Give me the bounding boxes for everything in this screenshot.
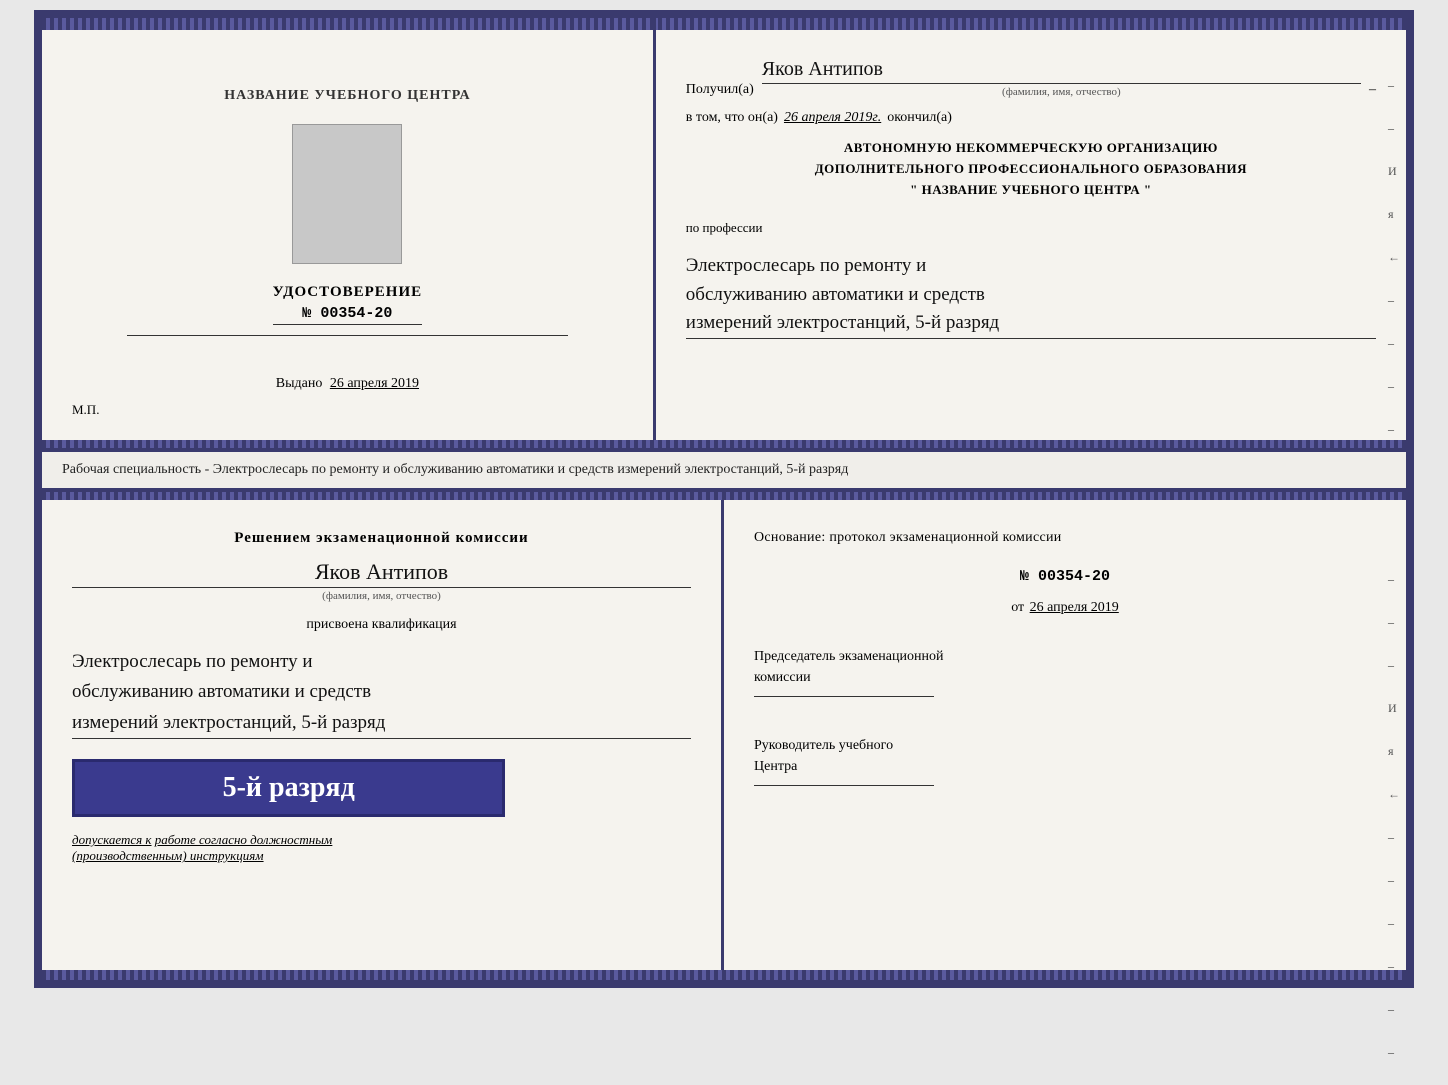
fio-sublabel-top: (фамилия, имя, отчество) xyxy=(762,86,1361,98)
bottom-left-page: Решением экзаменационной комиссии Яков А… xyxy=(42,492,724,980)
org-line1: АВТОНОМНУЮ НЕКОММЕРЧЕСКУЮ ОРГАНИЗАЦИЮ xyxy=(686,138,1376,159)
person-name-bottom: Яков Антипов xyxy=(72,559,691,588)
chairman-signature-line xyxy=(754,696,934,697)
rank-section: 5-й разряд допускается к работе согласно… xyxy=(72,749,691,864)
recipient-name-top: Яков Антипов xyxy=(762,58,1361,84)
org-block: АВТОНОМНУЮ НЕКОММЕРЧЕСКУЮ ОРГАНИЗАЦИЮ ДО… xyxy=(686,138,1376,200)
profession-name-top: Электрослесарь по ремонту и обслуживанию… xyxy=(686,252,1376,339)
protocol-date: от 26 апреля 2019 xyxy=(754,600,1376,616)
chairman-title: Председатель экзаменационной комиссии xyxy=(754,646,1376,688)
admission-underline: работе согласно должностным xyxy=(155,832,333,847)
org-line2: ДОПОЛНИТЕЛЬНОГО ПРОФЕССИОНАЛЬНОГО ОБРАЗО… xyxy=(686,159,1376,180)
profession-label-top: по профессии xyxy=(686,220,1376,236)
school-name-top: НАЗВАНИЕ УЧЕБНОГО ЦЕНТРА xyxy=(224,88,470,104)
top-left-page: НАЗВАНИЕ УЧЕБНОГО ЦЕНТРА УДОСТОВЕРЕНИЕ №… xyxy=(42,18,656,448)
dash-after-name: – xyxy=(1369,82,1376,98)
bottom-document: Решением экзаменационной комиссии Яков А… xyxy=(34,488,1414,988)
date-line-top: в том, что он(а) 26 апреля 2019г. окончи… xyxy=(686,110,1376,126)
in-that-label: в том, что он(а) xyxy=(686,110,778,126)
top-right-page: Получил(а) Яков Антипов (фамилия, имя, о… xyxy=(656,18,1406,448)
issued-line: Выдано 26 апреля 2019 xyxy=(276,376,419,392)
qualification-label: присвоена квалификация xyxy=(72,617,691,633)
right-side-decoration: – – И я ← – – – – xyxy=(1388,78,1400,437)
top-document: НАЗВАНИЕ УЧЕБНОГО ЦЕНТРА УДОСТОВЕРЕНИЕ №… xyxy=(34,10,1414,452)
issued-label: Выдано xyxy=(276,376,323,391)
middle-text-block: Рабочая специальность - Электрослесарь п… xyxy=(34,452,1414,488)
director-title: Руководитель учебного Центра xyxy=(754,735,1376,777)
admission-text: допускается к работе согласно должностны… xyxy=(72,832,332,864)
mp-label: М.П. xyxy=(72,402,99,418)
decision-title: Решением экзаменационной комиссии xyxy=(72,527,691,550)
bottom-right-page: Основание: протокол экзаменационной коми… xyxy=(724,492,1406,980)
protocol-date-value: 26 апреля 2019 xyxy=(1030,600,1119,615)
received-label: Получил(а) xyxy=(686,82,754,98)
cert-number-top: № 00354-20 xyxy=(273,305,423,325)
chairman-block: Председатель экзаменационной комиссии xyxy=(754,646,1376,705)
protocol-number: № 00354-20 xyxy=(754,568,1376,585)
qualification-name: Электрослесарь по ремонту и обслуживанию… xyxy=(72,647,691,739)
rank-badge: 5-й разряд xyxy=(72,759,505,817)
basis-label: Основание: протокол экзаменационной коми… xyxy=(754,527,1376,548)
director-block: Руководитель учебного Центра xyxy=(754,735,1376,794)
document-wrapper: НАЗВАНИЕ УЧЕБНОГО ЦЕНТРА УДОСТОВЕРЕНИЕ №… xyxy=(34,10,1414,988)
finished-label: окончил(а) xyxy=(887,110,952,126)
cert-title: УДОСТОВЕРЕНИЕ xyxy=(273,284,423,301)
protocol-date-prefix: от xyxy=(1011,600,1024,615)
fio-sublabel-bottom: (фамилия, имя, отчество) xyxy=(72,590,691,602)
cert-block: УДОСТОВЕРЕНИЕ № 00354-20 xyxy=(273,284,423,325)
right-side-decoration-bottom: – – – И я ← – – – – – – xyxy=(1388,572,1400,1060)
middle-text-content: Рабочая специальность - Электрослесарь п… xyxy=(62,462,848,477)
photo-placeholder xyxy=(292,124,402,264)
director-signature-line xyxy=(754,785,934,786)
admission-italic: (производственным) инструкциям xyxy=(72,848,264,863)
date-value-top: 26 апреля 2019г. xyxy=(784,110,881,126)
recipient-line: Получил(а) Яков Антипов (фамилия, имя, о… xyxy=(686,58,1376,98)
person-name-block: Яков Антипов (фамилия, имя, отчество) xyxy=(72,559,691,602)
org-line3: " НАЗВАНИЕ УЧЕБНОГО ЦЕНТРА " xyxy=(686,180,1376,201)
issued-date: 26 апреля 2019 xyxy=(330,376,419,391)
